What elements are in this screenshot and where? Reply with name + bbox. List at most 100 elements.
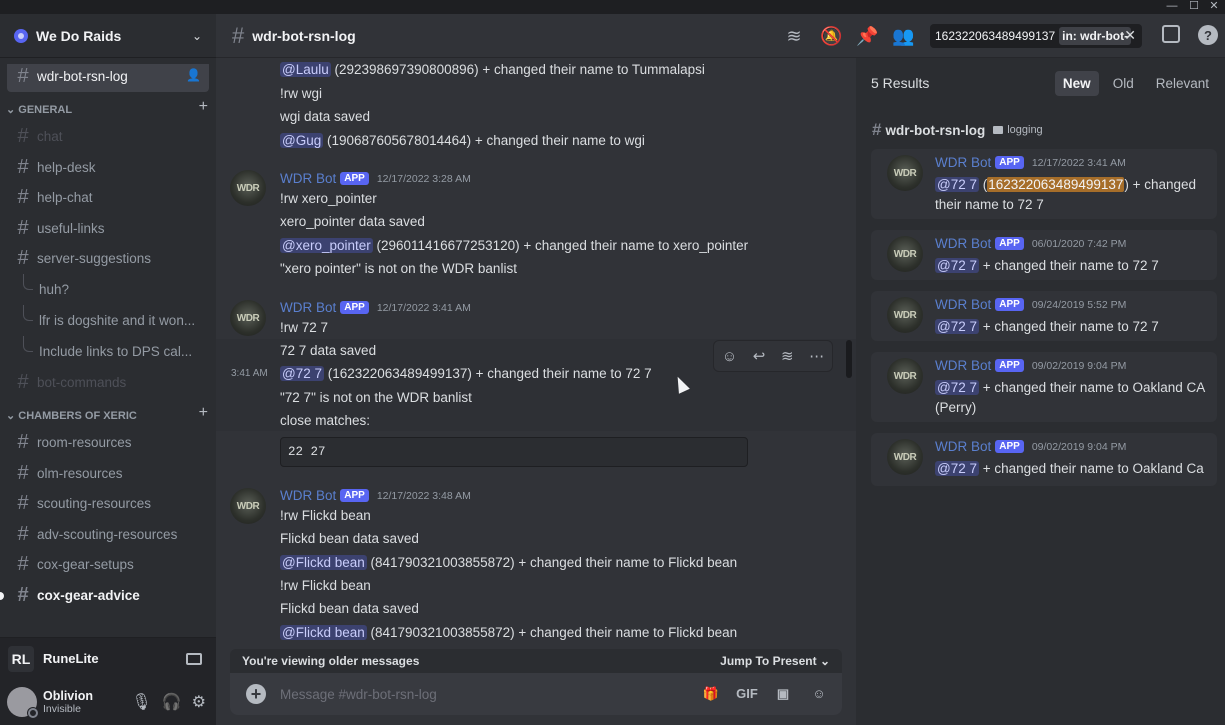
channel-item[interactable]: # room-resources — [7, 428, 209, 459]
app-badge: APP — [995, 156, 1024, 169]
jump-to-present-button[interactable]: Jump To Present ⌄ — [720, 654, 830, 668]
thread-item[interactable]: lfr is dogshite and it won... — [7, 305, 209, 336]
bot-avatar[interactable]: WDR — [230, 300, 266, 336]
results-header: 5 Results New Old Relevant — [856, 58, 1225, 108]
channel-item[interactable]: # useful-links — [7, 213, 209, 244]
user-mention[interactable]: @Flickd bean — [280, 555, 367, 570]
channel-header: # wdr-bot-rsn-log ≋ 🔕 📌 👥 16232206348949… — [216, 14, 1225, 58]
thread-item[interactable]: Include links to DPS cal... — [7, 336, 209, 367]
member-list-icon[interactable]: 👥 — [892, 26, 914, 47]
message-header: WDR Bot APP 09/24/2019 5:52 PM — [935, 297, 1126, 312]
search-result[interactable]: WDR WDR Bot APP 09/24/2019 5:52 PM @72 7… — [871, 291, 1217, 341]
sort-tab-new[interactable]: New — [1054, 70, 1099, 96]
minimize-button[interactable]: — — [1162, 0, 1182, 14]
channel-item[interactable]: # scouting-resources — [7, 489, 209, 520]
timestamp: 06/01/2020 7:42 PM — [1031, 237, 1127, 250]
hash-icon: # — [17, 186, 29, 209]
bot-avatar[interactable]: WDR — [230, 488, 266, 524]
channel-active[interactable]: # wdr-bot-rsn-log 👤 — [7, 64, 209, 92]
search-input[interactable]: 162322063489499137 in: wdr-bot- ✕ — [930, 24, 1142, 48]
user-mention[interactable]: @xero_pointer — [280, 238, 373, 253]
chevron-down-icon: ⌄ — [6, 103, 19, 116]
channel-item[interactable]: # server-suggestions — [7, 244, 209, 275]
chevron-down-icon[interactable]: ⌄ — [192, 29, 202, 43]
avatar[interactable] — [7, 687, 39, 719]
user-name: Oblivion — [43, 689, 93, 703]
activity-panel[interactable]: RL RuneLite — [0, 637, 216, 679]
screen-share-icon[interactable] — [186, 652, 202, 665]
message-text: (296011416677253120) + changed their nam… — [372, 238, 749, 253]
user-mention[interactable]: @72 7 — [280, 366, 324, 381]
add-reaction-icon[interactable]: ☺ — [722, 348, 737, 365]
message-header: WDR Bot APP 06/01/2020 7:42 PM — [935, 236, 1126, 251]
channel-label: olm-resources — [37, 465, 123, 481]
add-channel-icon[interactable]: + — [199, 98, 208, 116]
inbox-icon[interactable] — [1162, 25, 1180, 43]
headphones-icon[interactable]: 🎧 — [162, 692, 182, 712]
user-mention: @72 7 — [935, 177, 979, 192]
bot-avatar[interactable]: WDR — [230, 170, 266, 206]
search-result[interactable]: WDR WDR Bot APP 09/02/2019 9:04 PM @72 7… — [871, 352, 1217, 422]
author-name[interactable]: WDR Bot — [280, 300, 336, 315]
server-header[interactable]: We Do Raids ⌄ — [0, 14, 216, 58]
timestamp: 09/02/2019 9:04 PM — [1031, 440, 1127, 453]
gift-icon[interactable]: 🎁 — [700, 686, 722, 702]
channel-title: wdr-bot-rsn-log — [252, 27, 356, 44]
thread-item[interactable]: huh? — [7, 274, 209, 305]
user-mention[interactable]: @Gug — [280, 133, 324, 148]
user-mention[interactable]: @Flickd bean — [280, 625, 367, 640]
reply-icon[interactable]: ↩ — [753, 347, 766, 365]
server-icon — [14, 28, 28, 43]
category-header[interactable]: ⌄ CHAMBERS OF XERIC + — [0, 398, 216, 428]
maximize-button[interactable]: ☐ — [1184, 0, 1204, 14]
sort-tab-old[interactable]: Old — [1105, 71, 1142, 96]
microphone-icon[interactable]: 🎙 — [131, 692, 151, 712]
message-input[interactable]: Message #wdr-bot-rsn-log — [280, 687, 700, 702]
search-result[interactable]: WDR WDR Bot APP 12/17/2022 3:41 AM @72 7… — [871, 149, 1217, 219]
close-window-button[interactable]: ✕ — [1204, 0, 1224, 14]
category-header[interactable]: ⌄ GENERAL + — [0, 92, 216, 122]
emoji-icon[interactable]: ☺ — [808, 686, 830, 702]
channel-item[interactable]: # bot-commands — [7, 367, 209, 398]
author-name[interactable]: WDR Bot — [280, 171, 336, 186]
gear-icon[interactable]: ⚙ — [192, 692, 206, 712]
attach-plus-icon[interactable]: + — [246, 684, 266, 704]
user-mention[interactable]: @Laulu — [280, 62, 331, 77]
search-result[interactable]: WDR WDR Bot APP 06/01/2020 7:42 PM @72 7… — [871, 230, 1217, 280]
channel-item-unread[interactable]: # cox-gear-advice — [0, 580, 209, 611]
create-thread-icon[interactable]: ≋ — [781, 347, 794, 365]
help-icon[interactable]: ? — [1198, 25, 1218, 45]
message-line: wgi data saved — [280, 109, 371, 124]
channel-label: cox-gear-setups — [37, 557, 134, 573]
add-member-icon[interactable]: 👤 — [186, 68, 201, 82]
results-channel-header[interactable]: # wdr-bot-rsn-log logging — [856, 108, 1225, 152]
search-filter-chip[interactable]: in: wdr-bot- — [1059, 27, 1132, 45]
hash-icon: # — [872, 120, 882, 139]
add-channel-icon[interactable]: + — [199, 404, 208, 422]
clear-search-icon[interactable]: ✕ — [1124, 27, 1136, 44]
channel-item[interactable]: # help-desk — [7, 152, 209, 183]
sort-tab-relevant[interactable]: Relevant — [1148, 71, 1217, 96]
channel-item[interactable]: # olm-resources — [7, 458, 209, 489]
category-label: GENERAL — [18, 103, 73, 116]
pin-icon[interactable]: 📌 — [856, 26, 878, 47]
mute-bell-icon[interactable]: 🔕 — [820, 26, 842, 47]
sticker-icon[interactable]: ▣ — [772, 686, 794, 702]
hash-icon: # — [17, 64, 29, 87]
channel-item[interactable]: # chat — [7, 122, 209, 153]
channel-item[interactable]: # cox-gear-setups — [7, 550, 209, 581]
threads-icon[interactable]: ≋ — [784, 26, 804, 47]
more-options-icon[interactable]: ⋯ — [809, 347, 824, 365]
message-header: WDR Bot APP 12/17/2022 3:28 AM — [280, 171, 471, 186]
author-name: WDR Bot — [935, 236, 992, 251]
channel-item[interactable]: # help-chat — [7, 183, 209, 214]
hash-icon: # — [17, 247, 29, 270]
channel-label: help-desk — [37, 159, 96, 175]
user-mention: @72 7 — [935, 461, 979, 476]
scrollbar-thumb[interactable] — [846, 340, 852, 378]
channel-label: scouting-resources — [37, 496, 152, 512]
search-result[interactable]: WDR WDR Bot APP 09/02/2019 9:04 PM @72 7… — [871, 433, 1217, 486]
author-name[interactable]: WDR Bot — [280, 488, 336, 503]
channel-item[interactable]: # adv-scouting-resources — [7, 519, 209, 550]
gif-button[interactable]: GIF — [736, 686, 758, 702]
